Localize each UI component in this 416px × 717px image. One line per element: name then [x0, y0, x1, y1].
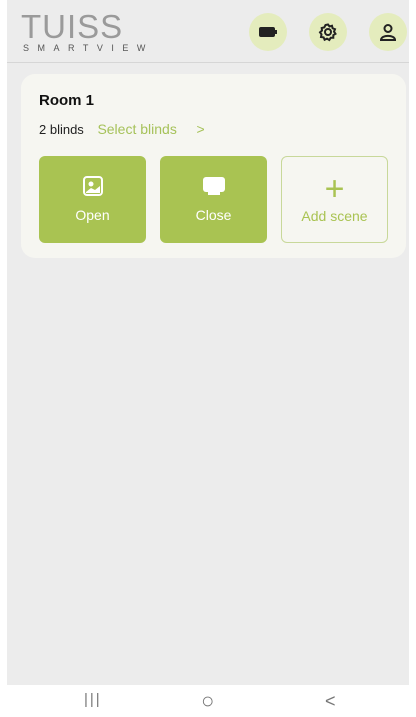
settings-button[interactable]: [309, 13, 347, 51]
blinds-row: 2 blinds Select blinds >: [39, 121, 205, 137]
add-scene-button[interactable]: + Add scene: [281, 156, 388, 243]
logo-text: TUISS: [21, 8, 124, 45]
scene-label: Close: [195, 207, 232, 223]
plus-icon: +: [324, 169, 345, 208]
scene-label: Add scene: [301, 207, 368, 224]
app-screen: TUISS SMARTVIEW Room 1 2 blinds Select b…: [7, 0, 409, 685]
chevron-right-icon[interactable]: >: [196, 121, 204, 137]
room-card[interactable]: Room 1 2 blinds Select blinds > Open Clo…: [21, 74, 406, 258]
battery-icon: [259, 27, 277, 37]
gear-icon: [318, 22, 338, 42]
room-title: Room 1: [39, 92, 95, 109]
profile-button[interactable]: [369, 13, 407, 51]
scene-close-button[interactable]: Close: [160, 156, 267, 243]
recents-button[interactable]: |||: [84, 691, 102, 708]
user-icon: [379, 23, 397, 41]
scene-label: Open: [75, 207, 110, 223]
tuiss-logo: TUISS SMARTVIEW: [21, 8, 154, 54]
sun-window-icon: [82, 176, 103, 201]
closed-blind-icon: [202, 176, 226, 201]
select-blinds-link[interactable]: Select blinds: [97, 121, 176, 137]
home-button[interactable]: ○: [201, 688, 214, 714]
blinds-count: 2 blinds: [39, 122, 84, 137]
scene-open-button[interactable]: Open: [39, 156, 146, 243]
logo-subtext: SMARTVIEW: [23, 43, 154, 53]
app-header: TUISS SMARTVIEW: [7, 0, 409, 63]
battery-button[interactable]: [249, 13, 287, 51]
system-navigation-bar: ||| ○ <: [0, 688, 416, 717]
back-button[interactable]: <: [325, 691, 336, 712]
